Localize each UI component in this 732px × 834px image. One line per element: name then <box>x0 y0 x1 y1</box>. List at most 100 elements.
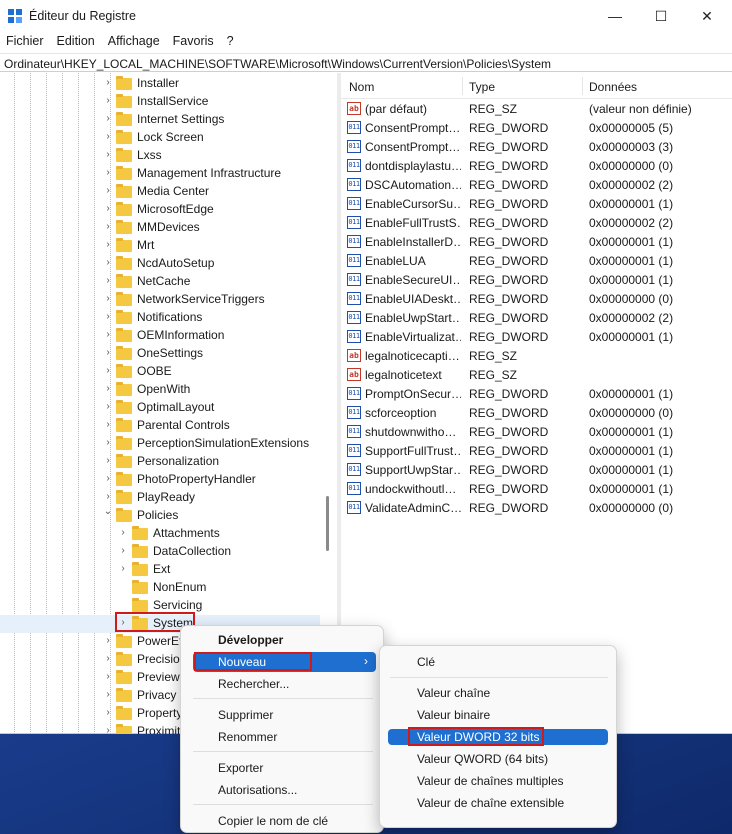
address-bar[interactable]: Ordinateur\HKEY_LOCAL_MACHINE\SOFTWARE\M… <box>0 53 732 72</box>
chevron-right-icon[interactable]: › <box>103 635 113 646</box>
table-row[interactable]: 011 EnableCursorSu… REG_DWORD 0x00000001 (1… <box>341 194 732 213</box>
chevron-right-icon[interactable]: › <box>103 167 113 178</box>
tree-node[interactable]: › OEMInformation <box>0 327 334 345</box>
table-row[interactable]: 011 EnableUIADeskt… REG_DWORD 0x00000000 (0… <box>341 289 732 308</box>
chevron-right-icon[interactable]: › <box>103 293 113 304</box>
tree-node[interactable]: › OpenWith <box>0 381 334 399</box>
chevron-right-icon[interactable]: › <box>103 239 113 250</box>
chevron-right-icon[interactable]: › <box>103 203 113 214</box>
chevron-right-icon[interactable]: › <box>103 491 113 502</box>
table-row[interactable]: 011 EnableUwpStart… REG_DWORD 0x00000002 (2… <box>341 308 732 327</box>
chevron-right-icon[interactable]: › <box>103 671 113 682</box>
table-row[interactable]: 011 EnableVirtualizat… REG_DWORD 0x00000001… <box>341 327 732 346</box>
tree-node[interactable]: › Attachments <box>0 525 334 543</box>
tree-node[interactable]: › Parental Controls <box>0 417 334 435</box>
submenu-item-chaine-extensible[interactable]: Valeur de chaîne extensible <box>417 796 564 810</box>
tree-node[interactable]: › NetCache <box>0 273 334 291</box>
tree-node[interactable]: › Ext <box>0 561 334 579</box>
chevron-right-icon[interactable]: › <box>103 455 113 466</box>
tree-node[interactable]: › InstallService <box>0 93 334 111</box>
column-data-header[interactable]: Données <box>589 80 637 94</box>
menu-edition[interactable]: Edition <box>51 32 102 52</box>
table-row[interactable]: 011 SupportUwpStar… REG_DWORD 0x00000001 (1… <box>341 460 732 479</box>
chevron-right-icon[interactable]: › <box>103 149 113 160</box>
tree-node[interactable]: NonEnum <box>0 579 334 597</box>
menu-item-exporter[interactable]: Exporter <box>218 761 263 775</box>
chevron-right-icon[interactable]: › <box>118 545 128 556</box>
tree-node[interactable]: › NetworkServiceTriggers <box>0 291 334 309</box>
tree-node[interactable]: › PlayReady <box>0 489 334 507</box>
table-row[interactable]: 011 EnableLUA REG_DWORD 0x00000001 (1) <box>341 251 732 270</box>
chevron-right-icon[interactable]: › <box>103 365 113 376</box>
menu-help[interactable]: ? <box>221 32 241 52</box>
table-row[interactable]: ab legalnoticecapti… REG_SZ <box>341 346 732 365</box>
close-button[interactable]: ✕ <box>684 0 730 32</box>
table-row[interactable]: 011 SupportFullTrust… REG_DWORD 0x00000001 … <box>341 441 732 460</box>
menu-item-rechercher[interactable]: Rechercher... <box>218 677 289 691</box>
tree-node[interactable]: › Personalization <box>0 453 334 471</box>
tree-node[interactable]: ⌄ Policies <box>0 506 334 525</box>
tree-node[interactable]: › OneSettings <box>0 345 334 363</box>
menu-item-renommer[interactable]: Renommer <box>218 730 277 744</box>
tree-node[interactable]: › Mrt <box>0 237 334 255</box>
tree-node[interactable]: › NcdAutoSetup <box>0 255 334 273</box>
menu-item-autorisations[interactable]: Autorisations... <box>218 783 297 797</box>
submenu-item-cle[interactable]: Clé <box>417 655 435 669</box>
submenu-item-qword-64[interactable]: Valeur QWORD (64 bits) <box>417 752 548 766</box>
chevron-right-icon[interactable]: › <box>103 347 113 358</box>
chevron-right-icon[interactable]: › <box>103 95 113 106</box>
chevron-right-icon[interactable]: › <box>118 527 128 538</box>
chevron-right-icon[interactable]: › <box>103 257 113 268</box>
menu-fichier[interactable]: Fichier <box>0 32 51 52</box>
table-row[interactable]: 011 ConsentPrompt… REG_DWORD 0x00000005 (5) <box>341 118 732 137</box>
menu-favoris[interactable]: Favoris <box>167 32 221 52</box>
tree-node[interactable]: › Management Infrastructure <box>0 165 334 183</box>
tree-node[interactable]: › PhotoPropertyHandler <box>0 471 334 489</box>
table-row[interactable]: 011 EnableInstallerD… REG_DWORD 0x00000001 … <box>341 232 732 251</box>
table-row[interactable]: 011 ConsentPrompt… REG_DWORD 0x00000003 (3) <box>341 137 732 156</box>
chevron-down-icon[interactable]: ⌄ <box>103 506 113 517</box>
submenu-item-valeur-binaire[interactable]: Valeur binaire <box>417 708 490 722</box>
chevron-right-icon[interactable]: › <box>103 185 113 196</box>
chevron-right-icon[interactable]: › <box>103 221 113 232</box>
menu-item-developper[interactable]: Développer <box>218 633 283 647</box>
tree-node[interactable]: › Notifications <box>0 309 334 327</box>
chevron-right-icon[interactable]: › <box>103 419 113 430</box>
chevron-right-icon[interactable]: › <box>118 563 128 574</box>
table-row[interactable]: 011 undockwithoutl… REG_DWORD 0x00000001 (1… <box>341 479 732 498</box>
tree-node[interactable]: › Installer <box>0 75 334 93</box>
chevron-right-icon[interactable]: › <box>103 383 113 394</box>
table-row[interactable]: 011 PromptOnSecur… REG_DWORD 0x00000001 (1) <box>341 384 732 403</box>
menu-affichage[interactable]: Affichage <box>102 32 167 52</box>
chevron-right-icon[interactable]: › <box>103 725 113 734</box>
table-row[interactable]: 011 shutdownwitho… REG_DWORD 0x00000001 (1) <box>341 422 732 441</box>
tree-scrollbar-thumb[interactable] <box>326 496 329 551</box>
tree-node[interactable]: › Lock Screen <box>0 129 334 147</box>
chevron-right-icon[interactable]: › <box>103 707 113 718</box>
tree-node[interactable]: › OOBE <box>0 363 334 381</box>
table-row[interactable]: ab (par défaut) REG_SZ (valeur non définie) <box>341 99 732 118</box>
table-row[interactable]: 011 ValidateAdminC… REG_DWORD 0x00000000 (0… <box>341 498 732 517</box>
chevron-right-icon[interactable]: › <box>103 653 113 664</box>
table-row[interactable]: ab legalnoticetext REG_SZ <box>341 365 732 384</box>
tree-node[interactable]: › OptimalLayout <box>0 399 334 417</box>
tree-node[interactable]: › PerceptionSimulationExtensions <box>0 435 334 453</box>
menu-item-supprimer[interactable]: Supprimer <box>218 708 273 722</box>
tree-node[interactable]: › MicrosoftEdge <box>0 201 334 219</box>
menu-item-copier-nom-cle[interactable]: Copier le nom de clé <box>218 814 328 828</box>
tree-node[interactable]: › Internet Settings <box>0 111 334 129</box>
submenu-item-valeur-chaine[interactable]: Valeur chaîne <box>417 686 490 700</box>
column-type-header[interactable]: Type <box>469 80 495 94</box>
chevron-right-icon[interactable]: › <box>103 311 113 322</box>
tree-node[interactable]: › MMDevices <box>0 219 334 237</box>
table-row[interactable]: 011 EnableSecureUI… REG_DWORD 0x00000001 (1… <box>341 270 732 289</box>
chevron-right-icon[interactable]: › <box>103 77 113 88</box>
chevron-right-icon[interactable]: › <box>103 275 113 286</box>
chevron-right-icon[interactable]: › <box>103 401 113 412</box>
table-row[interactable]: 011 dontdisplaylastu… REG_DWORD 0x00000000 … <box>341 156 732 175</box>
chevron-right-icon[interactable]: › <box>103 113 113 124</box>
table-row[interactable]: 011 DSCAutomation… REG_DWORD 0x00000002 (2) <box>341 175 732 194</box>
column-name-header[interactable]: Nom <box>349 80 374 94</box>
chevron-right-icon[interactable]: › <box>103 689 113 700</box>
chevron-right-icon[interactable]: › <box>103 437 113 448</box>
